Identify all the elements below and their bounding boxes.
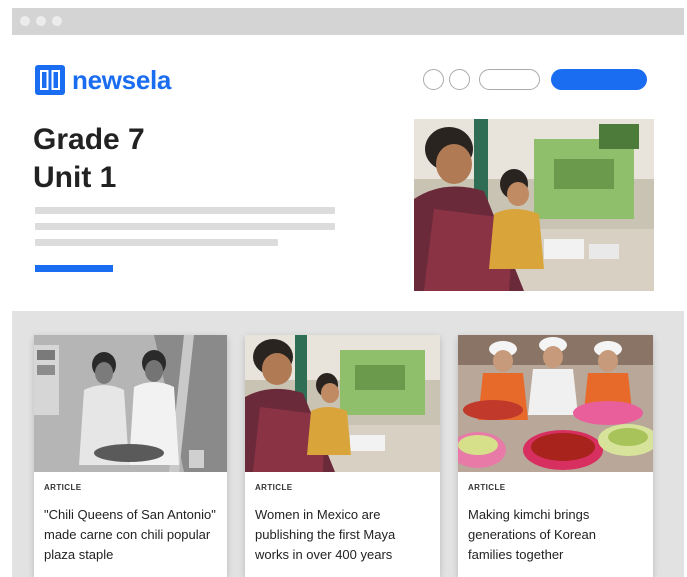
window-minimize-dot[interactable]: [36, 16, 46, 26]
article-kind-label: ARTICLE: [44, 483, 82, 492]
photo-two-women-grinding-icon: [34, 335, 227, 472]
description-placeholder-line-3: [35, 239, 278, 246]
description-placeholder-line-2: [35, 223, 335, 230]
header-primary-button[interactable]: [551, 69, 647, 90]
newsela-logo[interactable]: newsela: [35, 65, 171, 95]
header-outline-button[interactable]: [479, 69, 540, 90]
article-thumbnail: [458, 335, 653, 472]
brand-name: newsela: [72, 65, 172, 95]
window-titlebar: [12, 8, 684, 35]
article-card[interactable]: ARTICLE Women in Mexico are publishing t…: [245, 335, 440, 577]
header-circle-button-1[interactable]: [423, 69, 444, 90]
photo-women-workshop-icon: [245, 335, 440, 472]
article-card[interactable]: ARTICLE Making kimchi brings generations…: [458, 335, 653, 577]
article-title[interactable]: Women in Mexico are publishing the first…: [255, 505, 430, 565]
description-placeholder-line-1: [35, 207, 335, 214]
article-thumbnail: [245, 335, 440, 472]
hero-image: [414, 119, 654, 291]
article-title[interactable]: "Chili Queens of San Antonio" made carne…: [44, 505, 217, 565]
article-kind-label: ARTICLE: [255, 483, 293, 492]
photo-kimchi-making-icon: [458, 335, 653, 472]
accent-underline: [35, 265, 113, 272]
browser-window: newsela Grade 7 Unit 1 ARTICLE "Chili Qu…: [12, 8, 684, 577]
window-close-dot[interactable]: [20, 16, 30, 26]
article-title[interactable]: Making kimchi brings generations of Kore…: [468, 505, 643, 565]
page-title-line-2: Unit 1: [33, 161, 117, 194]
article-thumbnail: [34, 335, 227, 472]
article-kind-label: ARTICLE: [468, 483, 506, 492]
window-maximize-dot[interactable]: [52, 16, 62, 26]
newsela-logo-icon: [35, 65, 65, 95]
article-card[interactable]: ARTICLE "Chili Queens of San Antonio" ma…: [34, 335, 227, 577]
photo-market-workers-icon: [414, 119, 654, 291]
page-title: Grade 7 Unit 1: [33, 121, 373, 197]
page-title-line-1: Grade 7: [33, 123, 145, 156]
header-circle-button-2[interactable]: [449, 69, 470, 90]
